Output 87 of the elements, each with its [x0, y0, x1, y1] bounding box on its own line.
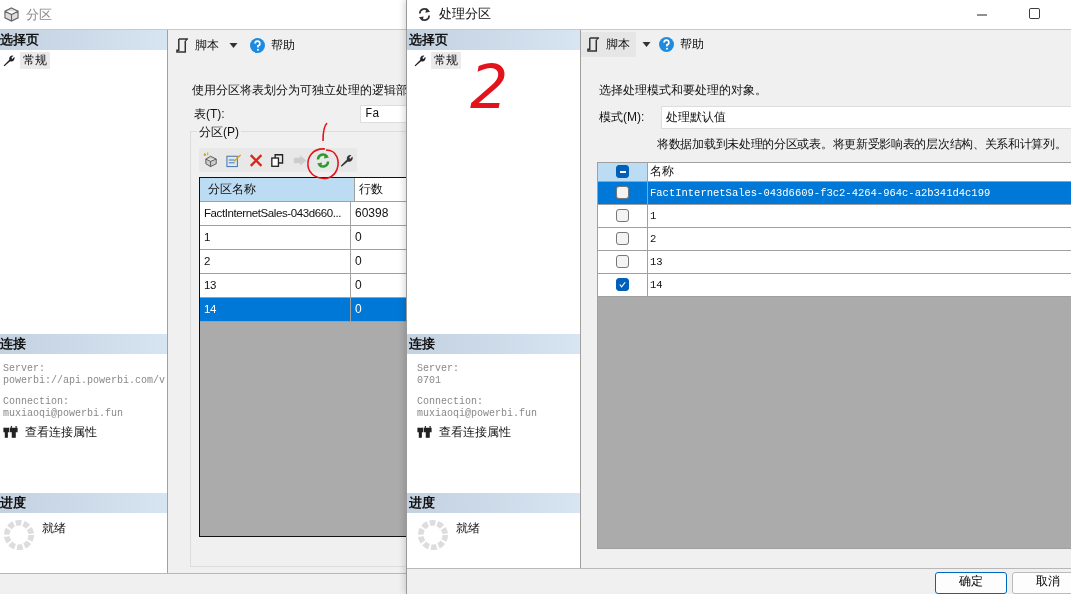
table-cell-text: 0 [354, 277, 362, 294]
row-checkbox[interactable] [616, 255, 629, 269]
view-connection-properties-link[interactable]: 查看连接属性 [439, 423, 511, 441]
connection-label: Connection: [2, 396, 70, 408]
view-connection-properties-link[interactable]: 查看连接属性 [25, 424, 97, 441]
page-item[interactable]: 常规 [20, 52, 50, 69]
table-cell-text: 0 [354, 301, 362, 318]
plug-icon [3, 426, 18, 439]
table-cell: 1 [200, 226, 351, 249]
server-label: Server: [2, 363, 46, 375]
column-header[interactable]: 行数 [355, 178, 383, 201]
hand-drawn-stroke [322, 122, 328, 142]
refresh-icon [417, 6, 432, 22]
mode-dropdown[interactable]: 处理默认值 [661, 105, 1071, 129]
section-header: 选择页 [407, 29, 580, 50]
section-header: 进度 [407, 492, 580, 513]
script-icon [587, 37, 600, 53]
table-cell: 13 [200, 274, 351, 297]
dialog-button[interactable]: 取消 [1012, 572, 1071, 594]
wrench-icon [413, 53, 426, 67]
mode-hint: 将数据加载到未处理的分区或表。将更新受影响表的层次结构、关系和计算列。 [657, 136, 1068, 152]
edit-icon[interactable] [226, 152, 242, 168]
object-row[interactable]: 13 [598, 250, 1071, 274]
refresh-icon[interactable] [314, 151, 331, 169]
object-row[interactable]: 1 [598, 204, 1071, 228]
connection-label: Connection: [416, 395, 484, 408]
column-header[interactable]: 分区名称 [200, 178, 355, 201]
table-cell-text: 60398 [354, 205, 389, 222]
table-cell-text: 0 [354, 253, 362, 270]
script-button[interactable]: 脚本 [581, 32, 636, 58]
window-title: 处理分区 [439, 5, 491, 24]
spinner-icon [417, 518, 449, 551]
wrench-icon [2, 54, 15, 67]
select-all-checkbox[interactable] [616, 165, 629, 179]
dialog-button[interactable]: 确定 [935, 572, 1007, 594]
table-cell-text: 1 [649, 208, 657, 224]
wrench-icon[interactable] [338, 152, 353, 168]
table-cell: 2 [200, 250, 351, 273]
connection-value: muxiaoqi@powerbi.fun [416, 407, 539, 420]
progress-status: 就绪 [456, 519, 480, 537]
spinner-icon [3, 519, 35, 551]
group-label: 分区(P) [197, 124, 241, 141]
plug-icon [417, 425, 432, 439]
cube-icon [4, 7, 19, 22]
caret-icon[interactable] [229, 42, 238, 48]
table-cell-text: FactInternetSales-043d6609-f3c2-4264-964c-a2b341d4c199 [649, 185, 991, 201]
row-checkbox[interactable] [616, 209, 629, 223]
row-checkbox[interactable] [616, 186, 629, 200]
table-cell-text: 2 [649, 231, 657, 247]
server-label: Server: [416, 362, 460, 375]
help-icon [659, 37, 674, 53]
copy-icon[interactable] [271, 152, 285, 168]
script-button[interactable]: 脚本 [176, 32, 219, 58]
object-row[interactable]: 14 [598, 273, 1071, 297]
page-item[interactable]: 常规 [431, 51, 461, 69]
row-checkbox[interactable] [616, 278, 629, 292]
mode-label: 模式(M): [599, 108, 646, 126]
handwritten-number: 2 [470, 52, 509, 122]
section-header: 进度 [0, 493, 167, 513]
help-button[interactable]: 帮助 [659, 32, 704, 58]
section-header: 选择页 [0, 30, 167, 50]
object-row[interactable]: 2 [598, 227, 1071, 251]
new-cube-icon[interactable] [203, 152, 219, 168]
table-cell: 14 [200, 298, 351, 321]
table-cell: FactInternetSales-043d660... [200, 202, 351, 225]
table-cell-text: 14 [649, 277, 663, 293]
description-text: 选择处理模式和要处理的对象。 [599, 81, 768, 99]
server-value: powerbi://api.powerbi.com/v [2, 375, 167, 387]
row-checkbox[interactable] [616, 232, 629, 246]
table-cell-text: 0 [354, 229, 362, 246]
script-icon [176, 37, 189, 53]
connection-value: muxiaoqi@powerbi.fun [2, 408, 125, 420]
column-header[interactable]: 名称 [648, 162, 674, 181]
help-icon [250, 37, 265, 53]
server-value: 0701 [416, 374, 442, 387]
window-title: 分区 [26, 5, 52, 24]
section-header: 连接 [0, 334, 167, 354]
section-header: 连接 [407, 333, 580, 354]
table-cell-text: 13 [649, 254, 663, 270]
table-label: 表(T): [194, 105, 226, 123]
progress-status: 就绪 [42, 520, 66, 537]
caret-icon[interactable] [642, 42, 651, 48]
help-button[interactable]: 帮助 [250, 32, 295, 58]
check-icon [618, 280, 627, 290]
delete-icon[interactable] [249, 152, 264, 168]
object-row[interactable]: FactInternetSales-043d6609-f3c2-4264-964c-a2b341d4c199 [598, 181, 1071, 205]
maximize-icon[interactable] [1029, 8, 1040, 19]
